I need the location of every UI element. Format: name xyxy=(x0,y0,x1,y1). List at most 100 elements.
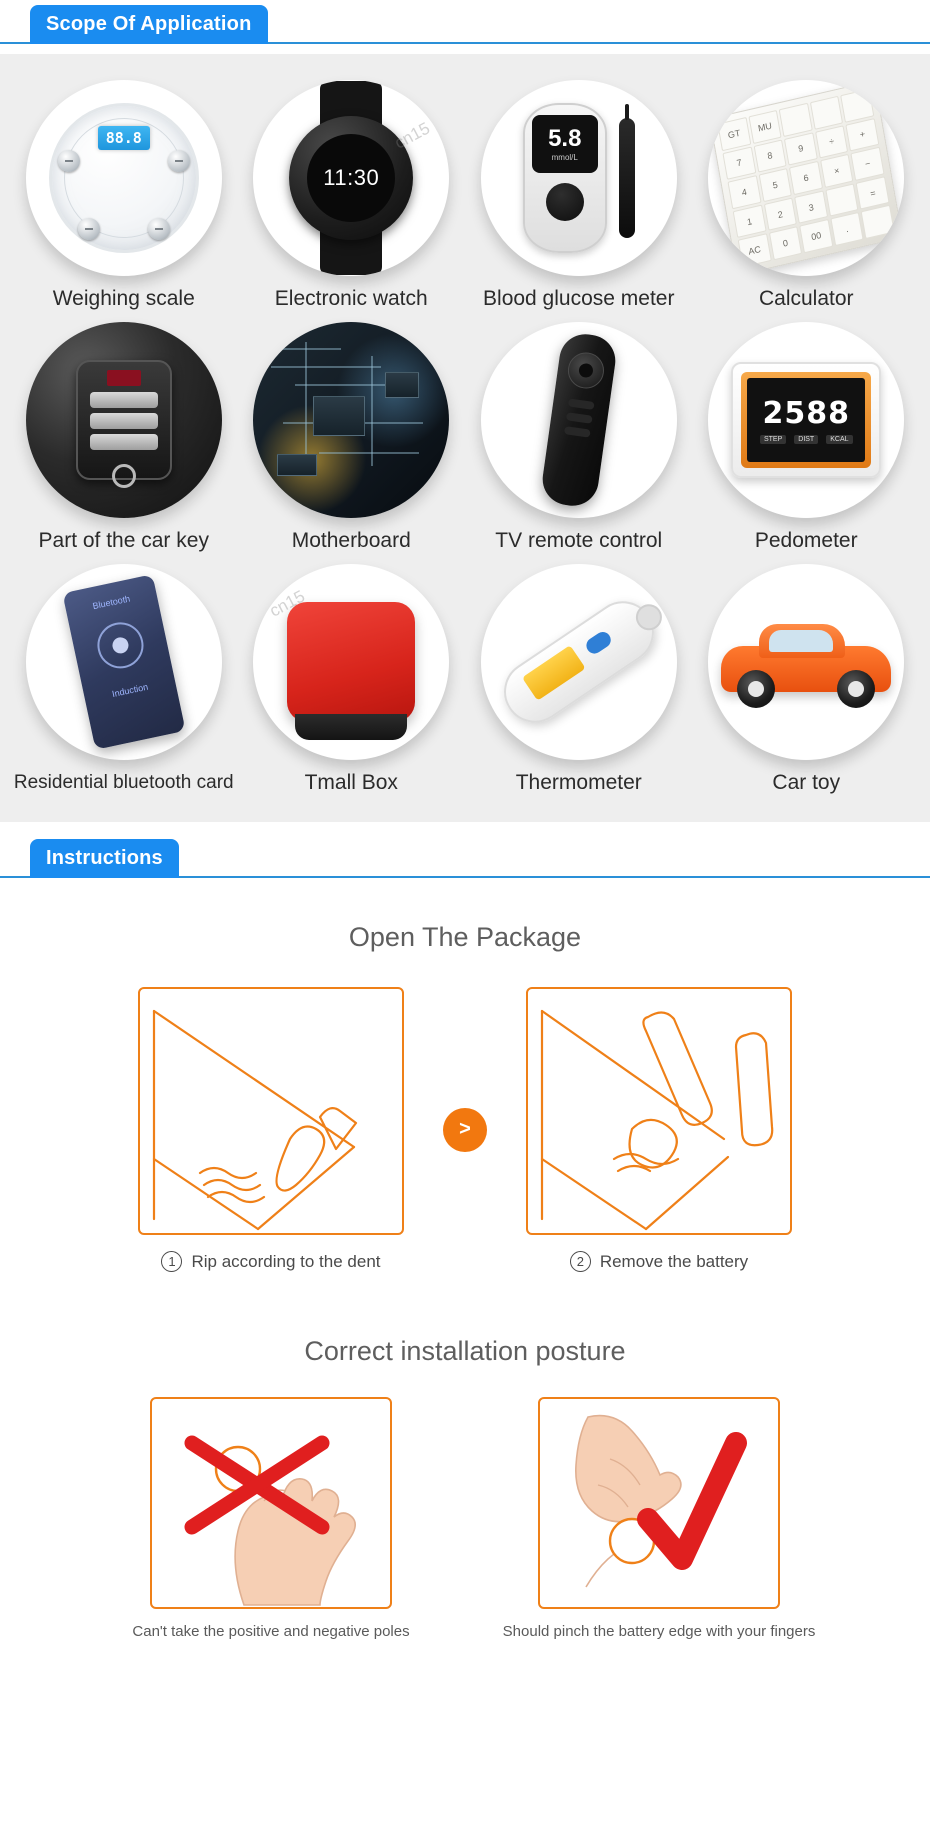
scope-item-label: TV remote control xyxy=(495,529,663,552)
pcb-chip xyxy=(277,454,318,476)
calc-key xyxy=(809,95,844,130)
pedometer-body: 2588 STEP DIST KCAL xyxy=(731,362,882,478)
pcb-trace xyxy=(271,366,382,368)
watch-time-display: 11:30 xyxy=(307,134,396,222)
product-infographic-page: Scope Of Application 88.8 Weighing scale xyxy=(0,0,930,1680)
calc-key: − xyxy=(851,146,885,181)
thermometer-button xyxy=(583,628,614,657)
posture-caption: Can't take the positive and negative pol… xyxy=(132,1623,410,1640)
pedometer-bezel: 2588 STEP DIST KCAL xyxy=(741,372,872,468)
glucose-meter-body: 5.8 mmol/L xyxy=(522,103,607,253)
calc-key xyxy=(840,88,875,123)
scope-item-label: Blood glucose meter xyxy=(483,287,675,310)
calc-key: . xyxy=(830,212,865,247)
scale-foot xyxy=(167,150,190,172)
calc-key: 9 xyxy=(784,131,818,166)
scope-grid: 88.8 Weighing scale 11:30 cn15 Electroni… xyxy=(10,80,920,796)
scope-item-label: Calculator xyxy=(758,287,854,310)
remote-button xyxy=(567,398,595,410)
thermometer-display xyxy=(521,645,586,701)
pedometer-legend-item: DIST xyxy=(794,435,819,444)
watch-case: 11:30 xyxy=(289,116,414,240)
calc-key: 8 xyxy=(753,139,788,173)
pedometer-legend-item: STEP xyxy=(759,435,787,444)
scale-glass-top: 88.8 xyxy=(48,103,199,253)
instructions-panel: Open The Package 1 Rip according to the … xyxy=(0,888,930,1680)
bluetooth-card-title: Bluetooth xyxy=(91,593,131,612)
scale-foot xyxy=(77,218,100,240)
glucose-unit: mmol/L xyxy=(551,152,578,162)
scope-item-tv-remote: TV remote control xyxy=(465,322,693,554)
open-package-heading: Open The Package xyxy=(348,922,582,952)
pcb-trace xyxy=(305,342,308,462)
chevron-right-icon: > xyxy=(443,1107,487,1152)
scope-item-label: Part of the car key xyxy=(38,529,209,552)
calc-key: MU xyxy=(748,109,782,144)
posture-correct: Should pinch the battery edge with your … xyxy=(503,1397,815,1640)
calc-key: 4 xyxy=(727,175,762,210)
scope-section-header: Scope Of Application xyxy=(0,0,930,54)
motherboard-icon xyxy=(253,322,450,518)
scope-tab-label: Scope Of Application xyxy=(30,5,268,44)
car-key-fob-icon xyxy=(25,322,222,518)
posture-examples: Can't take the positive and negative pol… xyxy=(0,1397,930,1640)
calc-key xyxy=(779,102,813,137)
scope-item-tmall-box: cn15 Tmall Box xyxy=(238,564,466,796)
calc-key: 00 xyxy=(799,219,834,254)
glucose-meter-assembly: 5.8 mmol/L xyxy=(522,103,635,253)
remote-body xyxy=(539,330,619,510)
infrared-thermometer-icon xyxy=(480,564,677,760)
incorrect-grip-illustration xyxy=(150,1397,392,1609)
open-package-steps: 1 Rip according to the dent > 2 Remove t… xyxy=(0,987,930,1272)
key-button xyxy=(89,413,158,429)
scope-item-label: Motherboard xyxy=(291,529,411,552)
step-1: 1 Rip according to the dent xyxy=(121,987,421,1272)
step-number: 1 xyxy=(161,1251,183,1272)
hand-silhouette xyxy=(234,1478,356,1606)
pcb-chip xyxy=(385,372,420,398)
calculator-icon: GT MU 7 8 9 ÷ + 4 5 6 × − 1 2 3 = AC 0 0… xyxy=(708,80,905,276)
glucose-meter-screen: 5.8 mmol/L xyxy=(531,115,598,173)
remote-button xyxy=(563,426,591,438)
step-arrow: > xyxy=(421,1107,509,1152)
pedometer-lcd: 2588 STEP DIST KCAL xyxy=(747,378,866,462)
scale-foot xyxy=(147,218,170,240)
calc-key: ÷ xyxy=(815,124,849,159)
weighing-scale-icon: 88.8 xyxy=(25,80,222,276)
calc-key: 3 xyxy=(794,190,829,225)
instructions-tab-label: Instructions xyxy=(30,839,179,878)
scope-item-label: Weighing scale xyxy=(52,287,195,310)
pedometer-icon: 2588 STEP DIST KCAL xyxy=(708,322,905,518)
bluetooth-card-body: Bluetooth Induction xyxy=(62,574,186,750)
thermometer-body xyxy=(491,589,667,735)
calc-key: GT xyxy=(717,117,752,151)
bluetooth-card-icon: Bluetooth Induction xyxy=(25,564,222,760)
key-button xyxy=(89,434,158,450)
posture-incorrect: Can't take the positive and negative pol… xyxy=(121,1397,421,1640)
calc-key: 1 xyxy=(732,204,767,239)
scope-item-label: Tmall Box xyxy=(304,771,398,794)
scale-display: 88.8 xyxy=(97,126,150,150)
remove-battery-drawing xyxy=(540,1009,774,1231)
step-number: 2 xyxy=(569,1251,591,1272)
step-caption-text: Rip according to the dent xyxy=(191,1251,381,1271)
scope-item-car-toy: Car toy xyxy=(693,564,921,796)
car-wheel xyxy=(737,670,776,708)
scope-item-label: Electronic watch xyxy=(274,287,428,310)
scope-item-motherboard: Motherboard xyxy=(238,322,466,554)
bluetooth-card-subtitle: Induction xyxy=(110,681,149,700)
car-key-background xyxy=(25,322,222,518)
remote-button xyxy=(565,412,593,424)
scope-item-weighing-scale: 88.8 Weighing scale xyxy=(10,80,238,312)
correct-grip-illustration xyxy=(538,1397,780,1609)
glucose-meter-icon: 5.8 mmol/L xyxy=(480,80,677,276)
remove-battery-illustration xyxy=(526,987,792,1235)
key-fob xyxy=(75,360,172,488)
tmall-box-icon: cn15 xyxy=(253,564,450,760)
scope-item-label: Car toy xyxy=(772,771,841,794)
calc-key: 7 xyxy=(722,146,757,180)
scale-foot xyxy=(57,150,80,172)
calc-key xyxy=(861,205,896,239)
scope-item-calculator: GT MU 7 8 9 ÷ + 4 5 6 × − 1 2 3 = AC 0 0… xyxy=(693,80,921,312)
pedometer-legend-item: KCAL xyxy=(826,435,853,444)
